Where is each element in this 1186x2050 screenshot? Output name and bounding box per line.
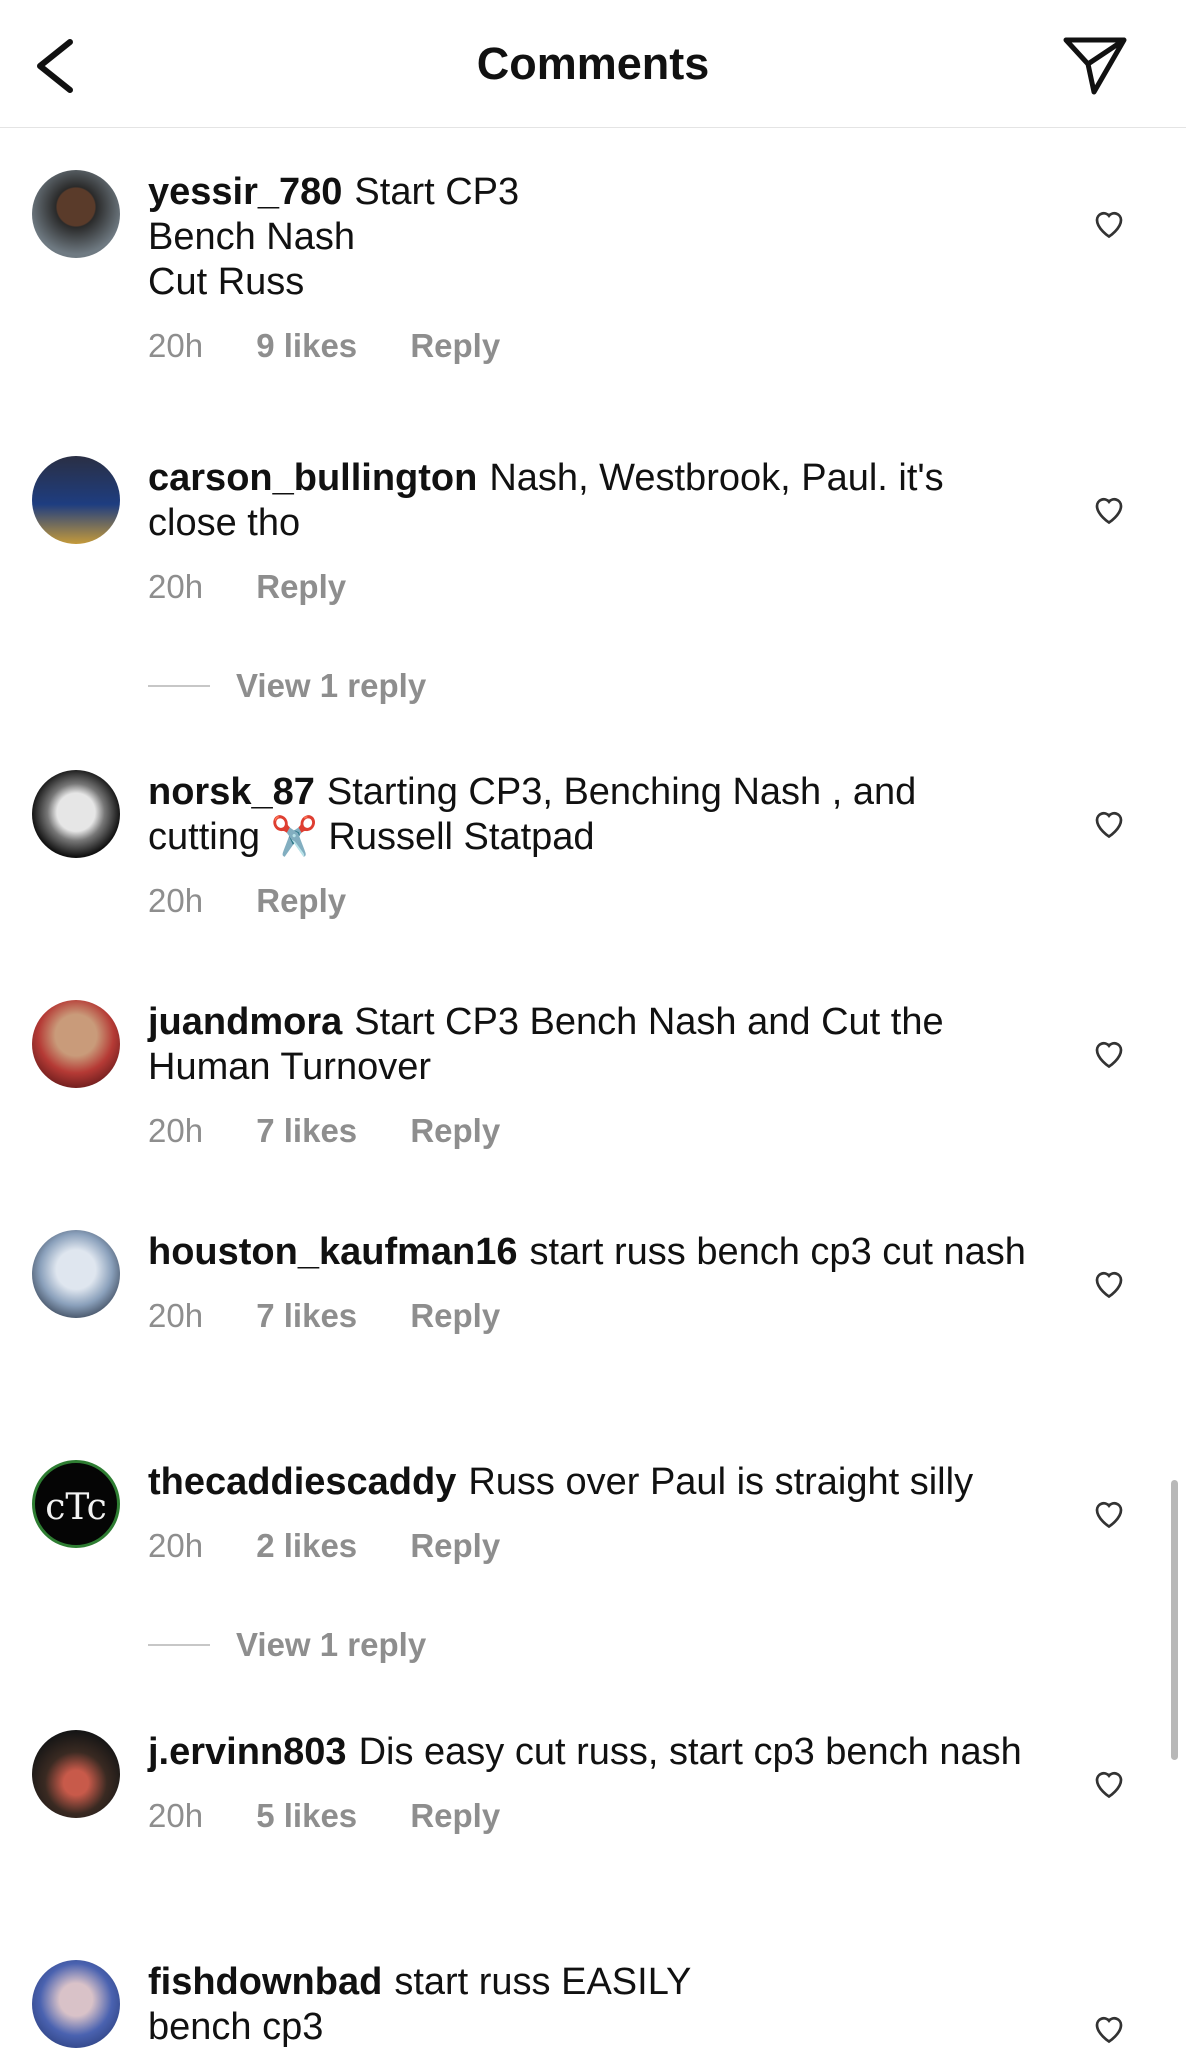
svg-text:cTc: cTc xyxy=(45,1487,107,1528)
comment-username[interactable]: juandmora xyxy=(148,1001,342,1043)
heart-icon[interactable] xyxy=(1090,491,1128,527)
comment-username[interactable]: yessir_780 xyxy=(148,171,342,213)
page-title: Comments xyxy=(476,38,710,89)
comments-header: Comments xyxy=(0,0,1186,128)
heart-icon[interactable] xyxy=(1090,1495,1128,1531)
reply-button[interactable]: Reply xyxy=(256,882,346,919)
reply-button[interactable]: Reply xyxy=(410,1112,500,1149)
heart-icon[interactable] xyxy=(1090,205,1128,241)
avatar[interactable] xyxy=(32,1960,120,2048)
comment-time: 20h xyxy=(148,882,204,919)
comment-time: 20h xyxy=(148,1297,204,1334)
comment-text: Dis easy cut russ, start cp3 bench nash xyxy=(358,1731,1022,1773)
reply-button[interactable]: Reply xyxy=(410,1527,500,1564)
reply-button[interactable]: Reply xyxy=(410,1297,500,1334)
comment-time: 20h xyxy=(148,568,204,605)
avatar[interactable] xyxy=(32,170,120,258)
comment-text: Russ over Paul is straight silly xyxy=(468,1461,974,1503)
avatar[interactable] xyxy=(32,1230,120,1318)
monogram-logo: cTc xyxy=(45,1487,107,1528)
heart-icon[interactable] xyxy=(1090,1035,1128,1071)
comment-likes[interactable]: 7 likes xyxy=(256,1112,357,1149)
heart-icon[interactable] xyxy=(1090,805,1128,841)
comment-time: 20h xyxy=(148,1527,204,1564)
avatar[interactable] xyxy=(32,456,120,544)
comment-likes[interactable]: 2 likes xyxy=(256,1527,357,1564)
comment-likes[interactable]: 9 likes xyxy=(256,327,357,364)
comment-username[interactable]: j.ervinn803 xyxy=(148,1731,347,1773)
heart-icon[interactable] xyxy=(1090,1765,1128,1801)
view-replies-label: View 1 reply xyxy=(236,1626,427,1663)
reply-button[interactable]: Reply xyxy=(410,1797,500,1834)
avatar[interactable] xyxy=(32,770,120,858)
scrollbar[interactable] xyxy=(1171,1480,1178,1760)
comment-username[interactable]: thecaddiescaddy xyxy=(148,1461,456,1503)
comment-username[interactable]: carson_bullington xyxy=(148,457,477,499)
comment-time: 20h xyxy=(148,1112,204,1149)
heart-icon[interactable] xyxy=(1090,2010,1128,2046)
divider xyxy=(148,685,210,687)
avatar[interactable] xyxy=(32,1730,120,1818)
comment-text: start russ bench cp3 cut nash xyxy=(529,1231,1026,1273)
heart-icon[interactable] xyxy=(1090,1265,1128,1301)
avatar[interactable] xyxy=(32,1000,120,1088)
avatar[interactable]: cTc xyxy=(32,1460,120,1548)
reply-button[interactable]: Reply xyxy=(256,568,346,605)
comment-likes[interactable]: 7 likes xyxy=(256,1297,357,1334)
share-button[interactable] xyxy=(1060,32,1130,98)
comment-username[interactable]: fishdownbad xyxy=(148,1961,382,2003)
divider xyxy=(148,1644,210,1646)
comment-username[interactable]: houston_kaufman16 xyxy=(148,1231,518,1273)
reply-button[interactable]: Reply xyxy=(410,327,500,364)
paper-plane-icon xyxy=(1063,37,1127,95)
comment-time: 20h xyxy=(148,1797,204,1834)
comment-likes[interactable]: 5 likes xyxy=(256,1797,357,1834)
view-replies-label: View 1 reply xyxy=(236,667,427,704)
comment-time: 20h xyxy=(148,327,204,364)
comment-username[interactable]: norsk_87 xyxy=(148,771,315,813)
